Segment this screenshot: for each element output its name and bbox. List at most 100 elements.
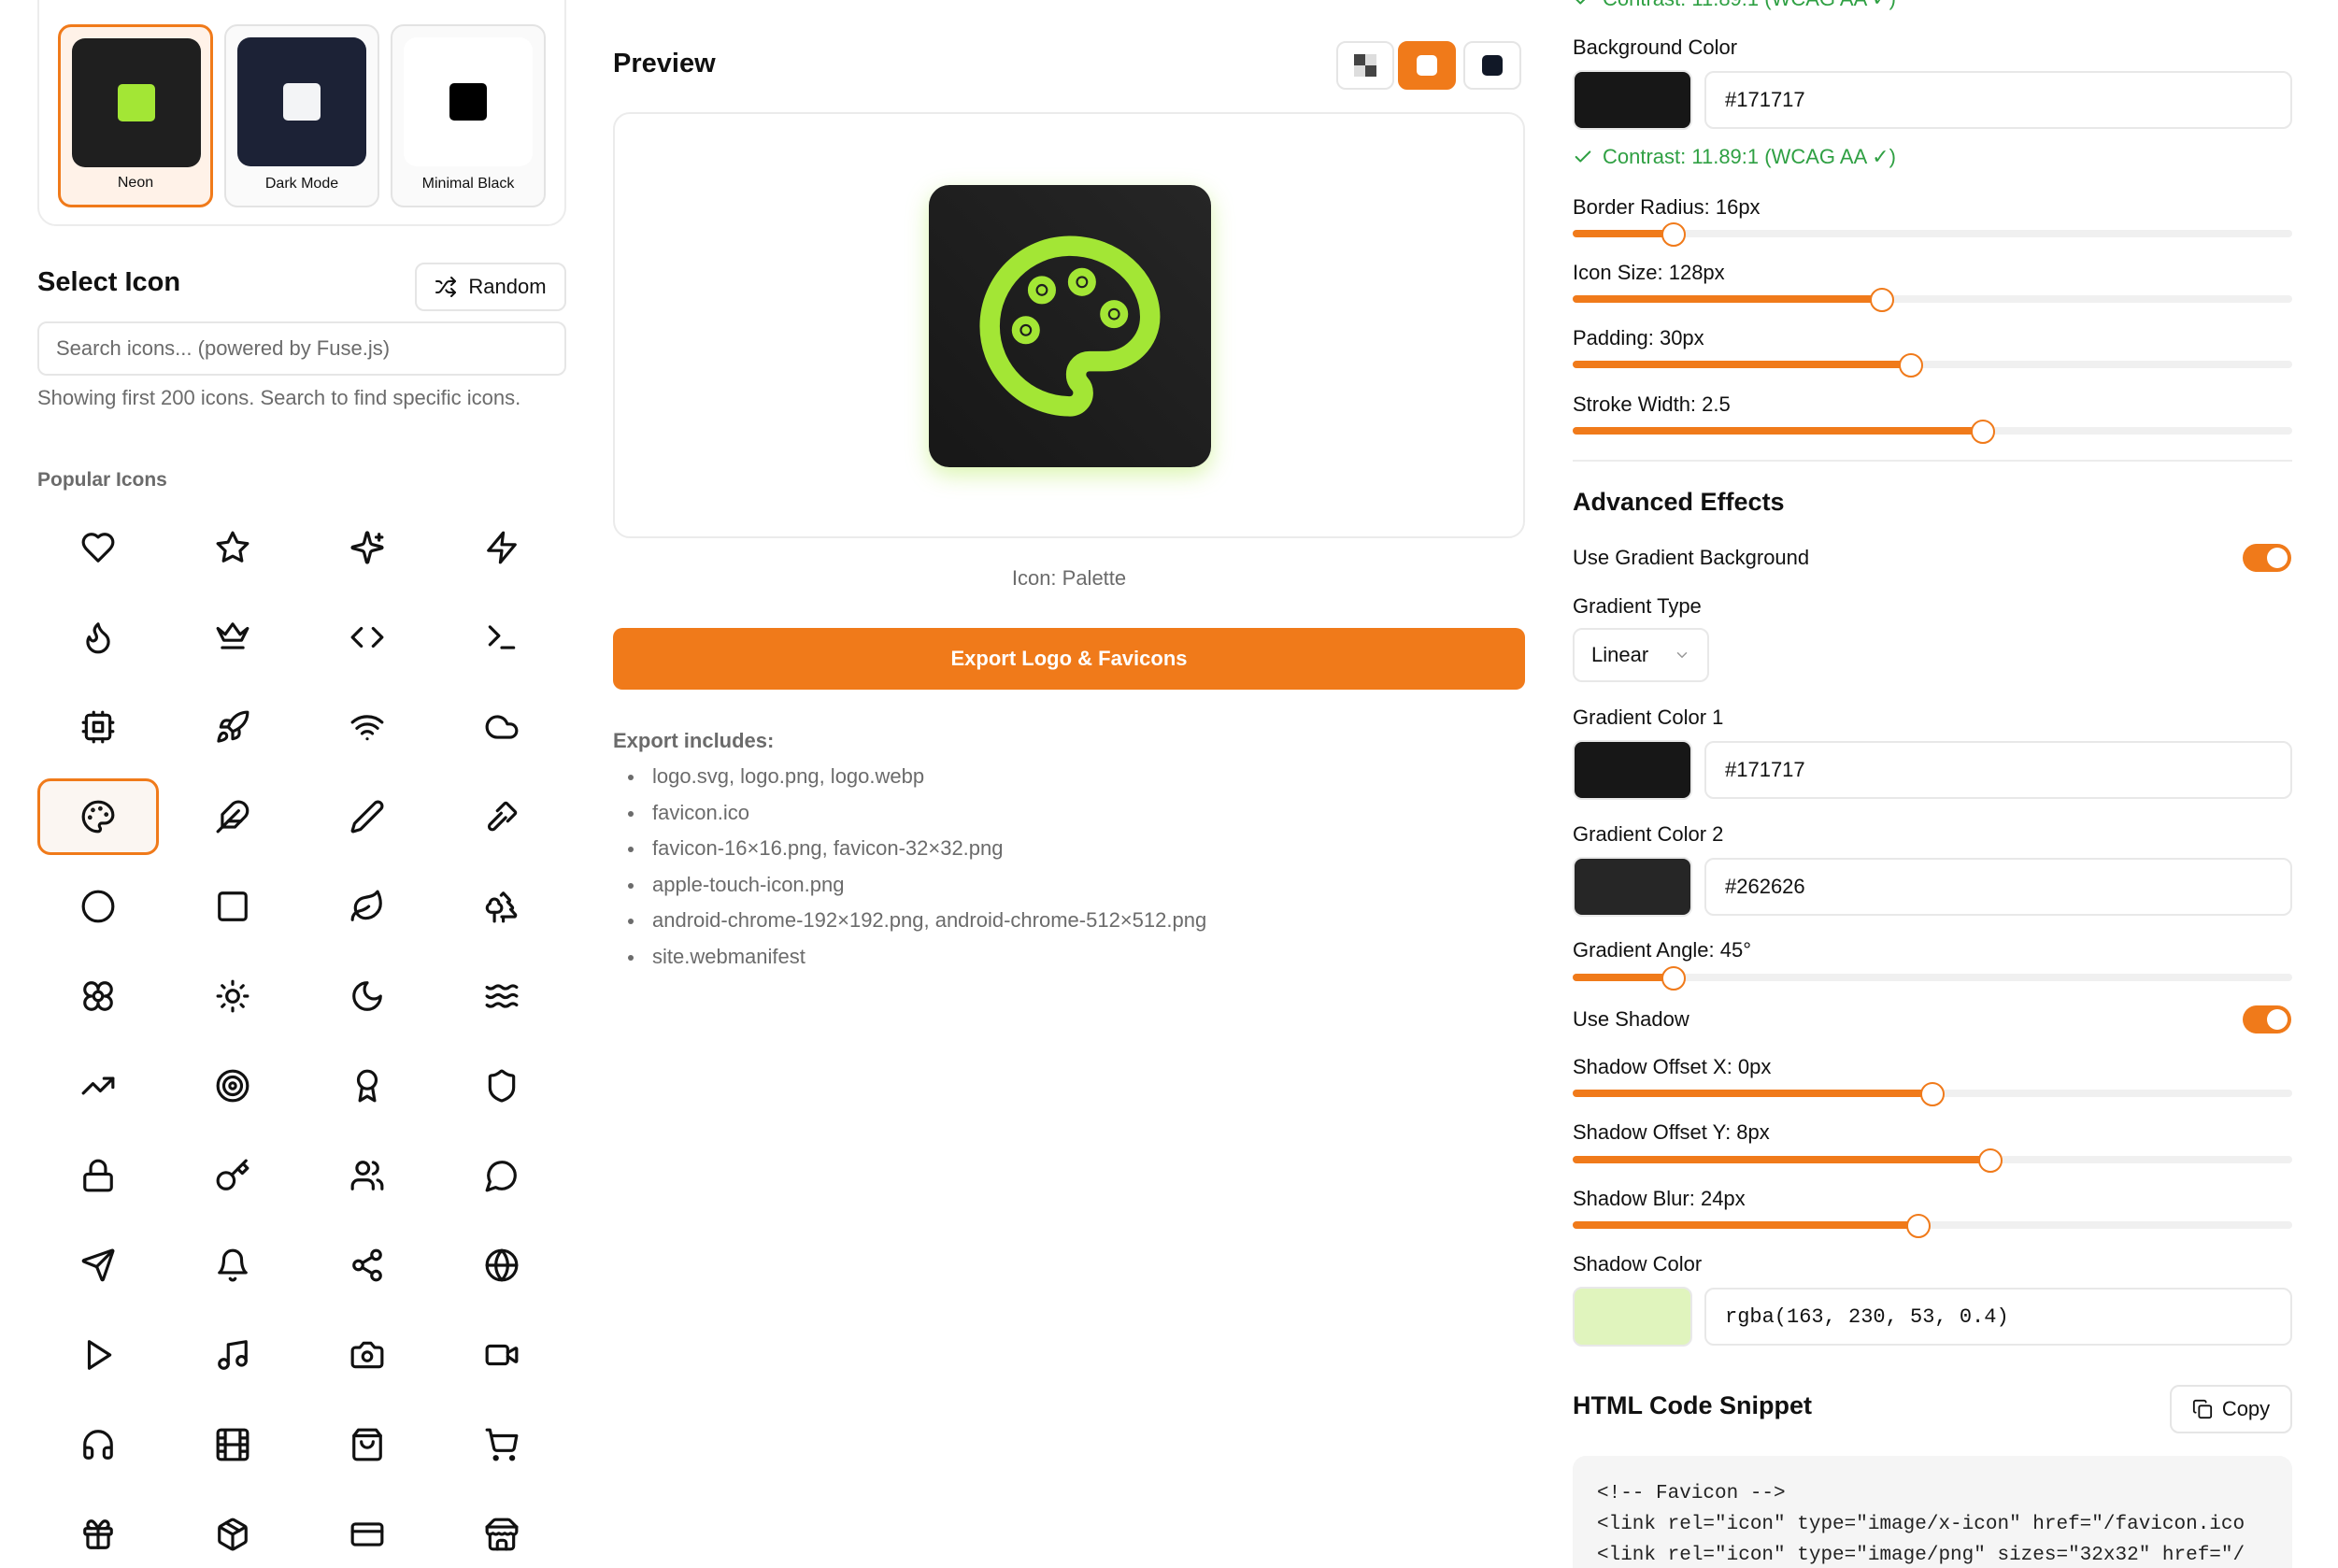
icon-option-gift[interactable] (37, 1496, 159, 1568)
gradient-color1-swatch[interactable] (1573, 740, 1692, 800)
icon-option-feather[interactable] (172, 778, 293, 855)
theme-preset-minimal-black[interactable]: Minimal Black (391, 24, 546, 207)
use-gradient-toggle[interactable] (2243, 544, 2291, 572)
bg-dark-toggle[interactable] (1463, 41, 1521, 90)
html-snippet-title: HTML Code Snippet (1573, 1391, 1812, 1419)
export-includes-title: Export includes: (613, 729, 775, 752)
contrast-text: Contrast: 11.89:1 (WCAG AA ✓) (1603, 0, 1896, 11)
code-line: <link rel="icon" type="image/x-icon" hre… (1597, 1514, 2245, 1535)
shadow-offset-x-slider[interactable] (1573, 1082, 2292, 1106)
zap-icon (487, 531, 517, 564)
gradient-color2-swatch[interactable] (1573, 857, 1692, 917)
icon-option-trending-up[interactable] (37, 1048, 159, 1124)
stroke-width-slider[interactable] (1573, 420, 2292, 444)
heart-icon (81, 533, 115, 563)
target-icon (216, 1069, 249, 1103)
icon-option-target[interactable] (172, 1048, 293, 1124)
icon-option-message-circle[interactable] (441, 1137, 563, 1214)
icon-option-users[interactable] (307, 1137, 428, 1214)
bg-light-toggle[interactable] (1398, 41, 1456, 90)
icon-option-award[interactable] (307, 1048, 428, 1124)
icon-option-circle[interactable] (37, 868, 159, 945)
icon-size-slider[interactable] (1573, 288, 2292, 312)
icon-option-cloud[interactable] (441, 689, 563, 765)
random-icon-button[interactable]: Random (415, 263, 566, 311)
use-gradient-label: Use Gradient Background (1573, 546, 1810, 569)
icon-option-pencil[interactable] (307, 778, 428, 855)
icon-option-play[interactable] (37, 1317, 159, 1393)
icon-option-video[interactable] (441, 1317, 563, 1393)
square-icon (218, 891, 248, 921)
background-color-input[interactable]: #171717 (1704, 71, 2292, 129)
icon-option-globe[interactable] (441, 1227, 563, 1304)
icon-option-film[interactable] (172, 1406, 293, 1483)
icon-option-leaf[interactable] (307, 868, 428, 945)
send-icon (81, 1248, 115, 1282)
icon-option-moon[interactable] (307, 958, 428, 1034)
copy-button[interactable]: Copy (2170, 1385, 2292, 1433)
palette-icon (81, 800, 115, 834)
icon-option-flower[interactable] (37, 958, 159, 1034)
icon-option-square[interactable] (172, 868, 293, 945)
icon-option-lock[interactable] (37, 1137, 159, 1214)
terminal-icon (488, 625, 516, 649)
icon-option-cpu[interactable] (37, 689, 159, 765)
message-circle-icon (485, 1161, 517, 1192)
icon-option-rocket[interactable] (172, 689, 293, 765)
icon-option-camera[interactable] (307, 1317, 428, 1393)
icon-option-paintbrush[interactable] (441, 778, 563, 855)
users-icon (350, 1161, 384, 1190)
icon-option-music[interactable] (172, 1317, 293, 1393)
shadow-blur-label: Shadow Blur: 24px (1573, 1187, 1746, 1210)
html-code-snippet[interactable]: <!-- Favicon --> <link rel="icon" type="… (1573, 1456, 2292, 1568)
icon-option-shopping-bag[interactable] (307, 1406, 428, 1483)
icon-option-wifi[interactable] (307, 689, 428, 765)
icon-option-trees[interactable] (441, 868, 563, 945)
icon-option-send[interactable] (37, 1227, 159, 1304)
icon-option-share[interactable] (307, 1227, 428, 1304)
use-shadow-toggle[interactable] (2243, 1005, 2291, 1033)
icon-option-code[interactable] (307, 599, 428, 676)
shadow-color-swatch[interactable] (1573, 1287, 1692, 1347)
gradient-color2-input[interactable]: #262626 (1704, 858, 2292, 916)
icon-option-zap[interactable] (441, 509, 563, 586)
icon-option-key[interactable] (172, 1137, 293, 1214)
use-shadow-label: Use Shadow (1573, 1007, 1689, 1031)
icon-option-star[interactable] (172, 509, 293, 586)
shadow-offset-y-slider[interactable] (1573, 1148, 2292, 1173)
theme-preset-dark-mode[interactable]: Dark Mode (224, 24, 379, 207)
icon-option-bell[interactable] (172, 1227, 293, 1304)
theme-swatch (237, 37, 366, 166)
icon-option-shield[interactable] (441, 1048, 563, 1124)
border-radius-slider[interactable] (1573, 222, 2292, 247)
gradient-angle-slider[interactable] (1573, 966, 2292, 991)
export-file-item: android-chrome-192×192.png, android-chro… (624, 903, 1206, 939)
icon-option-sparkles[interactable] (307, 509, 428, 586)
gradient-type-label: Gradient Type (1573, 594, 1702, 618)
icon-option-store[interactable] (441, 1496, 563, 1568)
background-color-swatch[interactable] (1573, 70, 1692, 130)
icon-option-palette[interactable] (37, 778, 159, 855)
icon-option-shopping-cart[interactable] (441, 1406, 563, 1483)
icon-option-headphones[interactable] (37, 1406, 159, 1483)
popular-icons-title: Popular Icons (37, 469, 167, 491)
icon-option-crown[interactable] (172, 599, 293, 676)
icon-option-heart[interactable] (37, 509, 159, 586)
icon-search-input[interactable] (37, 321, 566, 376)
icon-option-waves[interactable] (441, 958, 563, 1034)
gradient-color1-input[interactable]: #171717 (1704, 741, 2292, 799)
icon-option-sun[interactable] (172, 958, 293, 1034)
icon-option-credit-card[interactable] (307, 1496, 428, 1568)
bg-transparent-toggle[interactable] (1336, 41, 1394, 90)
gradient-type-select[interactable]: Linear (1573, 628, 1709, 682)
icon-option-flame[interactable] (37, 599, 159, 676)
padding-slider[interactable] (1573, 353, 2292, 378)
shadow-blur-slider[interactable] (1573, 1214, 2292, 1238)
export-button[interactable]: Export Logo & Favicons (613, 628, 1525, 690)
shadow-color-input[interactable]: rgba(163, 230, 53, 0.4) (1704, 1288, 2292, 1346)
theme-preset-neon[interactable]: Neon (58, 24, 213, 207)
shopping-bag-icon (352, 1428, 382, 1461)
flower-icon (83, 981, 113, 1011)
icon-option-terminal[interactable] (441, 599, 563, 676)
icon-option-package[interactable] (172, 1496, 293, 1568)
